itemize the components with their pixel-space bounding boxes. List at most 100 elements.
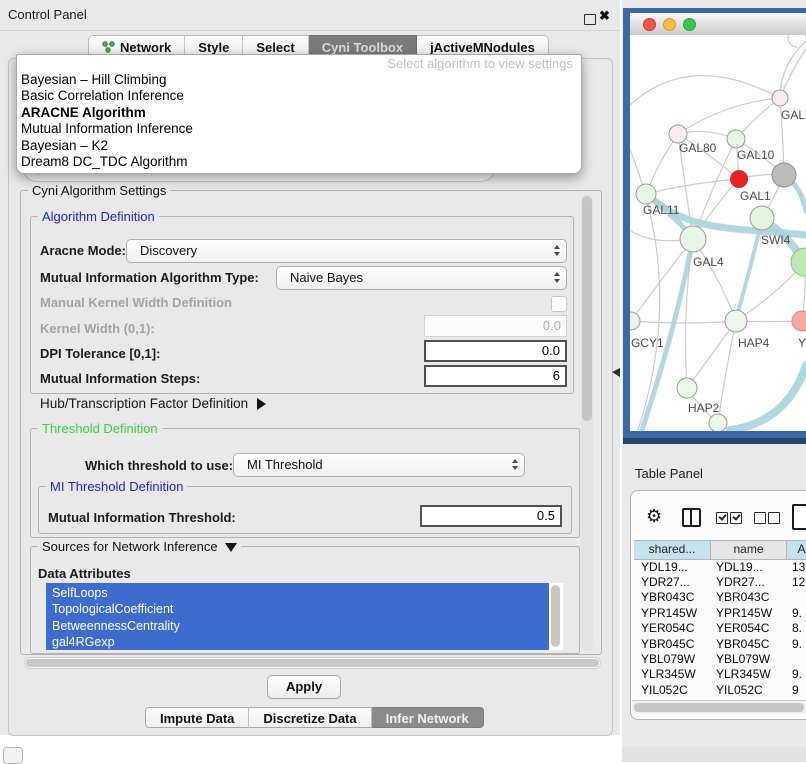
network-edge[interactable] [687, 321, 736, 388]
corner-widget[interactable] [3, 747, 23, 764]
network-node-gal11[interactable] [636, 184, 656, 204]
zoom-traffic-light-icon[interactable] [683, 18, 696, 31]
cyni-settings-legend: Cyni Algorithm Settings [28, 183, 170, 198]
data-attributes-list: SelfLoopsTopologicalCoefficientBetweenne… [46, 583, 563, 650]
network-edge[interactable] [678, 98, 780, 134]
apply-button[interactable]: Apply [267, 675, 341, 699]
table-horizontal-scrollbar-thumb[interactable] [634, 703, 804, 712]
checkbox-checked-icon[interactable] [716, 512, 728, 524]
dropdown-item-dream8-dc-tdc-algorithm[interactable]: Dream8 DC_TDC Algorithm [17, 154, 581, 170]
hub-definition-expander[interactable]: Hub/Transcription Factor Definition [40, 396, 266, 411]
mi-steps-field[interactable]: 6 [424, 365, 567, 387]
network-node-hap4[interactable] [725, 310, 747, 332]
aracne-mode-label: Aracne Mode: [40, 243, 126, 258]
table-row[interactable]: YDL19...YDL19...13 [634, 559, 806, 574]
table-row[interactable]: YBR043CYBR043C [634, 590, 806, 605]
table-horizontal-scrollbar[interactable] [632, 700, 806, 714]
settings-vertical-scrollbar[interactable] [581, 194, 593, 652]
aracne-mode-select[interactable]: Discovery [126, 239, 567, 263]
column-header-name[interactable]: name [711, 541, 787, 559]
network-view-canvas[interactable]: GAL7GAL80GAL10GAL1GAL11SWI4GAL4GCY1HAP4Y… [630, 35, 806, 431]
attribute-item-topologicalcoefficient[interactable]: TopologicalCoefficient [46, 601, 549, 617]
table-cell: 9 [787, 683, 806, 697]
network-node-gal10[interactable] [727, 130, 745, 148]
table-row[interactable]: YDR27...YDR27...12 [634, 574, 806, 589]
settings-horizontal-scrollbar-thumb[interactable] [26, 659, 599, 667]
mouse-cursor [612, 368, 620, 377]
network-node-hap2[interactable] [677, 378, 697, 398]
table-row[interactable]: YLR345WYLR345W9. [634, 667, 806, 682]
network-node[interactable] [709, 414, 727, 431]
network-node-gcy1[interactable] [630, 312, 640, 330]
attributes-scrollbar-thumb[interactable] [551, 585, 560, 647]
table-row[interactable]: YIL052CYIL052C9 [634, 682, 806, 697]
network-node-label-swi4: SWI4 [761, 233, 791, 247]
tab-discretize-data[interactable]: Discretize Data [249, 707, 371, 728]
table-cell: 9. [787, 667, 806, 681]
mi-type-select[interactable]: Naive Bayes [276, 266, 567, 290]
kernel-width-label: Kernel Width (0,1): [40, 321, 155, 336]
dropdown-item-bayesian-hill-climbing[interactable]: Bayesian – Hill Climbing [17, 72, 581, 88]
network-edge[interactable] [631, 321, 736, 323]
tab-impute-data[interactable]: Impute Data [145, 707, 249, 728]
network-icon [102, 41, 115, 53]
dropdown-item-basic-correlation-inference[interactable]: Basic Correlation Inference [17, 88, 581, 104]
table-row[interactable]: YBR045CYBR045C9. [634, 636, 806, 651]
network-node-swi4[interactable] [750, 206, 774, 230]
manual-kernel-checkbox[interactable] [551, 296, 567, 312]
network-node-gal7[interactable] [772, 90, 788, 106]
network-node-label-gal11: GAL11 [643, 203, 680, 217]
table-cell: YBL079W [634, 652, 711, 666]
network-window-titlebar[interactable] [630, 13, 806, 36]
sources-legend-label: Sources for Network Inference [42, 539, 218, 554]
column-header-shared-[interactable]: shared... [634, 541, 711, 559]
table-row[interactable]: YPR145WYPR145W9. [634, 605, 806, 620]
network-edge[interactable] [646, 179, 739, 194]
table-cell: YBL079W [711, 652, 787, 666]
hub-definition-label: Hub/Transcription Factor Definition [40, 396, 248, 411]
tab-infer-network[interactable]: Infer Network [372, 707, 484, 728]
kernel-width-field[interactable]: 0.0 [424, 315, 567, 337]
network-node-gal1[interactable] [731, 171, 748, 188]
stepper-arrows-icon [512, 459, 518, 470]
page-icon[interactable] [792, 504, 806, 530]
which-threshold-select[interactable]: MI Threshold [233, 453, 525, 477]
table-panel-footer [622, 747, 806, 762]
close-icon[interactable]: ✖ [599, 8, 610, 24]
checkbox-unchecked-icon[interactable] [754, 512, 766, 524]
table-row[interactable]: YBL079WYBL079W [634, 651, 806, 666]
attribute-item-betweennesscentrality[interactable]: BetweennessCentrality [46, 618, 549, 634]
stepper-arrows-icon [554, 272, 560, 283]
dropdown-item-mutual-information-inference[interactable]: Mutual Information Inference [17, 121, 581, 137]
checkbox-unchecked-icon[interactable] [768, 512, 780, 524]
settings-vertical-scrollbar-thumb[interactable] [582, 196, 592, 421]
network-edge-highlighted[interactable] [730, 365, 806, 430]
mi-threshold-field[interactable]: 0.5 [420, 505, 562, 527]
float-window-icon[interactable] [584, 14, 596, 25]
attribute-item-selfloops[interactable]: SelfLoops [46, 585, 549, 601]
close-traffic-light-icon[interactable] [643, 18, 656, 31]
network-edge[interactable] [693, 239, 736, 321]
checkbox-checked-icon[interactable] [730, 512, 742, 524]
network-edge[interactable] [718, 321, 736, 423]
sources-legend[interactable]: Sources for Network Inference [38, 539, 241, 554]
dropdown-item-bayesian-k2[interactable]: Bayesian – K2 [17, 138, 581, 154]
algorithm-definition-legend: Algorithm Definition [38, 209, 159, 224]
gear-icon[interactable]: ⚙ [646, 506, 662, 527]
control-panel-title: Control Panel [8, 7, 87, 22]
columns-icon[interactable] [682, 508, 701, 527]
column-header-a[interactable]: A [787, 541, 806, 559]
dropdown-item-aracne-algorithm[interactable]: ARACNE Algorithm [17, 105, 581, 121]
network-window-shadow [623, 438, 806, 444]
network-node-gal4[interactable] [680, 226, 706, 252]
dpi-tolerance-field[interactable]: 0.0 [424, 340, 567, 362]
network-node-y[interactable] [792, 311, 806, 331]
attribute-item-gal4rgexp[interactable]: gal4RGexp [46, 634, 549, 650]
network-node-label-y: Y [798, 336, 806, 350]
minimize-traffic-light-icon[interactable] [663, 18, 676, 31]
network-node[interactable] [772, 163, 796, 187]
settings-horizontal-scrollbar[interactable] [24, 657, 601, 669]
manual-kernel-label: Manual Kernel Width Definition [40, 295, 232, 310]
network-edge[interactable] [788, 35, 806, 47]
table-row[interactable]: YER054CYER054C8. [634, 621, 806, 636]
